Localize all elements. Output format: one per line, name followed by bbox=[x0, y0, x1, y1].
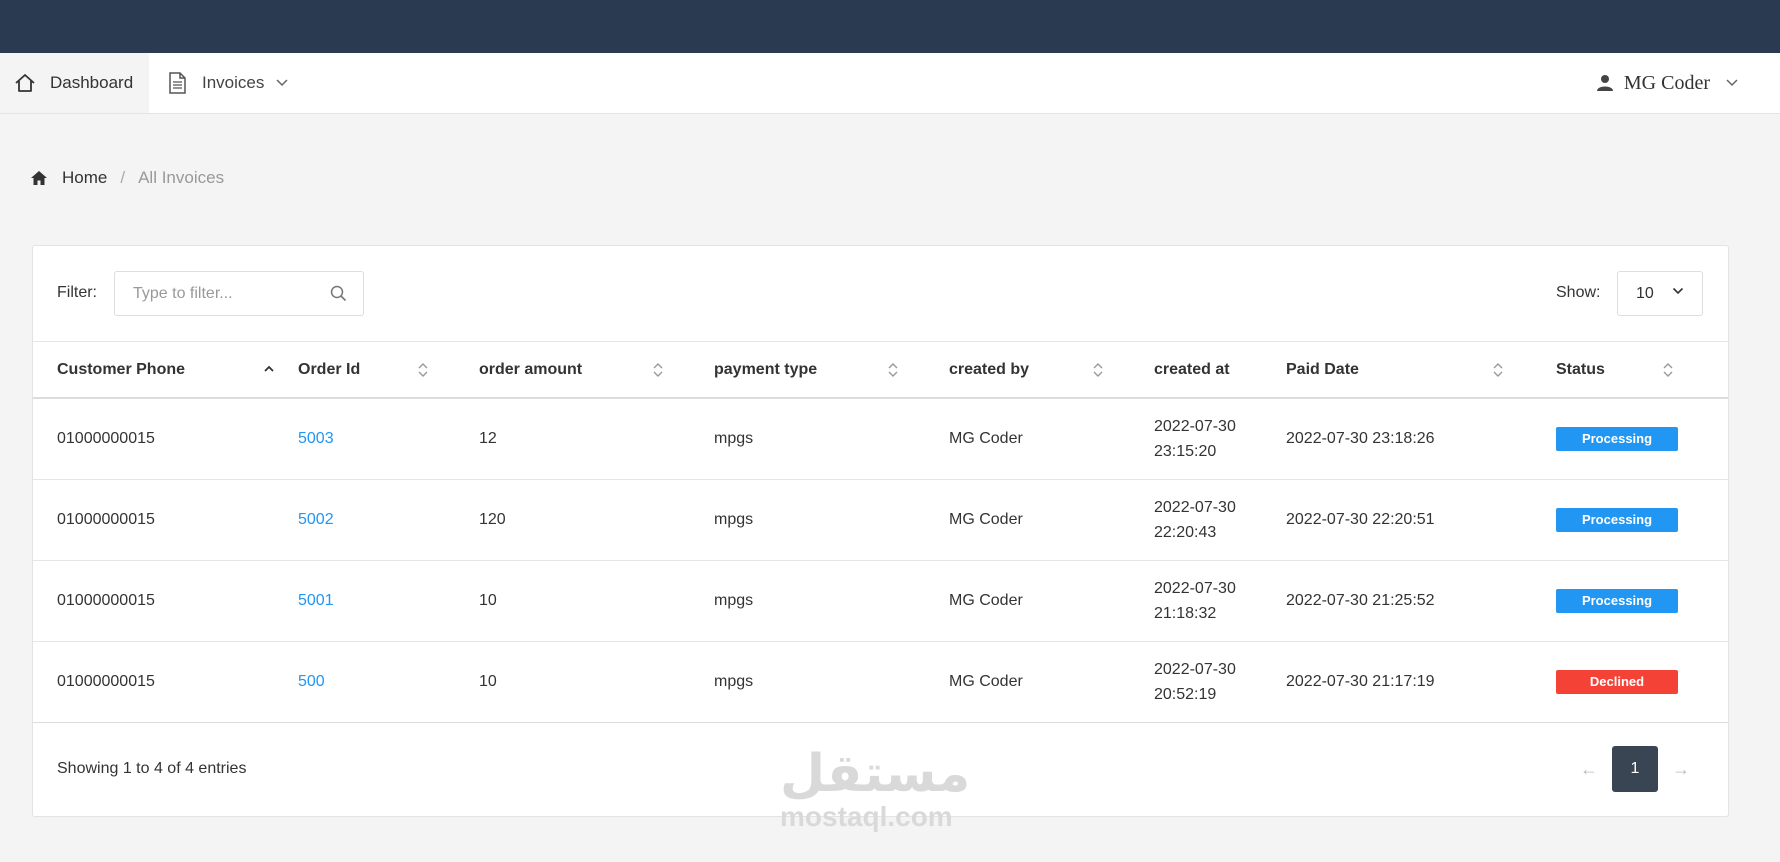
column-header-order-id[interactable]: Order Id bbox=[298, 342, 479, 398]
cell-customer-phone: 01000000015 bbox=[57, 592, 155, 609]
cell-status: Declined bbox=[1556, 641, 1728, 722]
pagination: ← 1 → bbox=[1566, 746, 1704, 792]
page-size-select[interactable]: 10 bbox=[1617, 271, 1703, 316]
cell-created-at: 2022-07-30 22:20:43 bbox=[1154, 498, 1236, 541]
cell-order-amount: 10 bbox=[479, 673, 497, 690]
column-header-created-at[interactable]: created at bbox=[1154, 342, 1286, 398]
breadcrumb-home-link[interactable]: Home bbox=[62, 168, 107, 188]
cell-payment-type: mpgs bbox=[714, 430, 754, 448]
cell-created-at: 2022-07-30 21:18:32 bbox=[1154, 579, 1236, 622]
main-navbar: Dashboard Invoices MG Coder bbox=[0, 53, 1780, 114]
cell-status: Processing bbox=[1556, 560, 1728, 641]
top-bar bbox=[0, 0, 1780, 53]
filter-input[interactable] bbox=[115, 272, 325, 315]
cell-customer-phone: 01000000015 bbox=[57, 673, 155, 690]
sort-icon bbox=[652, 361, 664, 384]
status-badge: Declined bbox=[1556, 670, 1678, 694]
breadcrumb: Home / All Invoices bbox=[30, 168, 224, 188]
table-header-row: Customer Phone Order Id order amount pay… bbox=[33, 342, 1728, 398]
table-row: 01000000015 500 10 mpgs MG Coder 2022-07… bbox=[33, 641, 1728, 722]
cell-created-by: MG Coder bbox=[949, 673, 1023, 690]
sort-icon bbox=[1092, 361, 1104, 384]
order-id-link[interactable]: 5003 bbox=[298, 430, 334, 447]
pagination-page-button[interactable]: 1 bbox=[1612, 746, 1658, 792]
filter-bar: Filter: Show: 10 bbox=[33, 246, 1728, 342]
watermark-arabic: مستقل bbox=[780, 744, 971, 804]
column-header-created-by[interactable]: created by bbox=[949, 342, 1154, 398]
sort-icon bbox=[887, 361, 899, 384]
column-header-payment-type[interactable]: payment type bbox=[714, 342, 949, 398]
cell-payment-type: mpgs bbox=[714, 511, 754, 528]
pagination-next-button[interactable]: → bbox=[1658, 746, 1704, 792]
cell-created-by: MG Coder bbox=[949, 592, 1023, 609]
order-id-link[interactable]: 5001 bbox=[298, 592, 334, 609]
cell-status: Processing bbox=[1556, 398, 1728, 479]
sort-icon bbox=[1662, 361, 1674, 384]
chevron-down-icon bbox=[276, 79, 288, 87]
home-icon bbox=[14, 73, 36, 93]
nav-invoices-label: Invoices bbox=[202, 73, 265, 92]
cell-order-id: 5003 bbox=[298, 398, 479, 479]
cell-created-at: 2022-07-30 23:15:20 bbox=[1154, 417, 1236, 460]
show-label: Show: bbox=[1556, 284, 1601, 301]
status-badge: Processing bbox=[1556, 508, 1678, 532]
watermark-latin: mostaql.com bbox=[780, 801, 953, 832]
cell-created-by: MG Coder bbox=[949, 430, 1023, 448]
user-name: MG Coder bbox=[1623, 71, 1710, 94]
cell-status: Processing bbox=[1556, 479, 1728, 560]
table-row: 01000000015 5003 12 mpgs MG Coder 2022-0… bbox=[33, 398, 1728, 479]
cell-created-by: MG Coder bbox=[949, 511, 1023, 528]
status-badge: Processing bbox=[1556, 427, 1678, 452]
cell-order-id: 5002 bbox=[298, 479, 479, 560]
invoices-table: Customer Phone Order Id order amount pay… bbox=[33, 342, 1728, 723]
watermark: مستقل mostaql.com bbox=[780, 742, 971, 832]
nav-invoices[interactable]: Invoices bbox=[168, 53, 304, 113]
invoices-card: Filter: Show: 10 Customer Phone bbox=[32, 245, 1729, 817]
document-icon bbox=[168, 72, 186, 94]
cell-paid-date: 2022-07-30 21:17:19 bbox=[1286, 673, 1435, 690]
nav-dashboard-label: Dashboard bbox=[50, 73, 134, 92]
filter-input-wrapper bbox=[114, 271, 364, 316]
order-id-link[interactable]: 500 bbox=[298, 673, 325, 690]
cell-order-id: 500 bbox=[298, 641, 479, 722]
column-header-order-amount[interactable]: order amount bbox=[479, 342, 714, 398]
search-icon[interactable] bbox=[330, 285, 347, 302]
column-header-paid-date[interactable]: Paid Date bbox=[1286, 342, 1556, 398]
sort-ascending-icon bbox=[263, 361, 275, 382]
cell-order-id: 5001 bbox=[298, 560, 479, 641]
home-icon bbox=[30, 170, 48, 186]
sort-icon bbox=[417, 361, 429, 384]
breadcrumb-separator: / bbox=[120, 168, 126, 187]
user-menu[interactable]: MG Coder bbox=[1596, 53, 1748, 113]
order-id-link[interactable]: 5002 bbox=[298, 511, 334, 528]
sort-icon bbox=[1492, 361, 1504, 384]
table-row: 01000000015 5002 120 mpgs MG Coder 2022-… bbox=[33, 479, 1728, 560]
cell-customer-phone: 01000000015 bbox=[57, 511, 155, 528]
cell-payment-type: mpgs bbox=[714, 592, 754, 609]
cell-paid-date: 2022-07-30 21:25:52 bbox=[1286, 592, 1435, 609]
cell-order-amount: 10 bbox=[479, 592, 497, 609]
chevron-down-icon bbox=[1672, 287, 1684, 295]
entries-summary: Showing 1 to 4 of 4 entries bbox=[57, 760, 247, 777]
pagination-prev-button[interactable]: ← bbox=[1566, 746, 1612, 792]
cell-created-at: 2022-07-30 20:52:19 bbox=[1154, 660, 1236, 703]
status-badge: Processing bbox=[1556, 589, 1678, 613]
nav-dashboard[interactable]: Dashboard bbox=[0, 53, 149, 113]
column-header-customer-phone[interactable]: Customer Phone bbox=[33, 342, 298, 398]
table-row: 01000000015 5001 10 mpgs MG Coder 2022-0… bbox=[33, 560, 1728, 641]
cell-order-amount: 120 bbox=[479, 511, 506, 528]
user-icon bbox=[1596, 74, 1614, 92]
filter-label: Filter: bbox=[57, 284, 97, 301]
cell-order-amount: 12 bbox=[479, 430, 497, 448]
chevron-down-icon bbox=[1726, 79, 1738, 87]
cell-paid-date: 2022-07-30 22:20:51 bbox=[1286, 511, 1435, 528]
breadcrumb-current: All Invoices bbox=[138, 168, 225, 187]
column-header-status[interactable]: Status bbox=[1556, 342, 1728, 398]
page-size-value: 10 bbox=[1636, 284, 1654, 302]
cell-payment-type: mpgs bbox=[714, 673, 754, 690]
cell-customer-phone: 01000000015 bbox=[57, 430, 155, 448]
cell-paid-date: 2022-07-30 23:18:26 bbox=[1286, 430, 1435, 448]
